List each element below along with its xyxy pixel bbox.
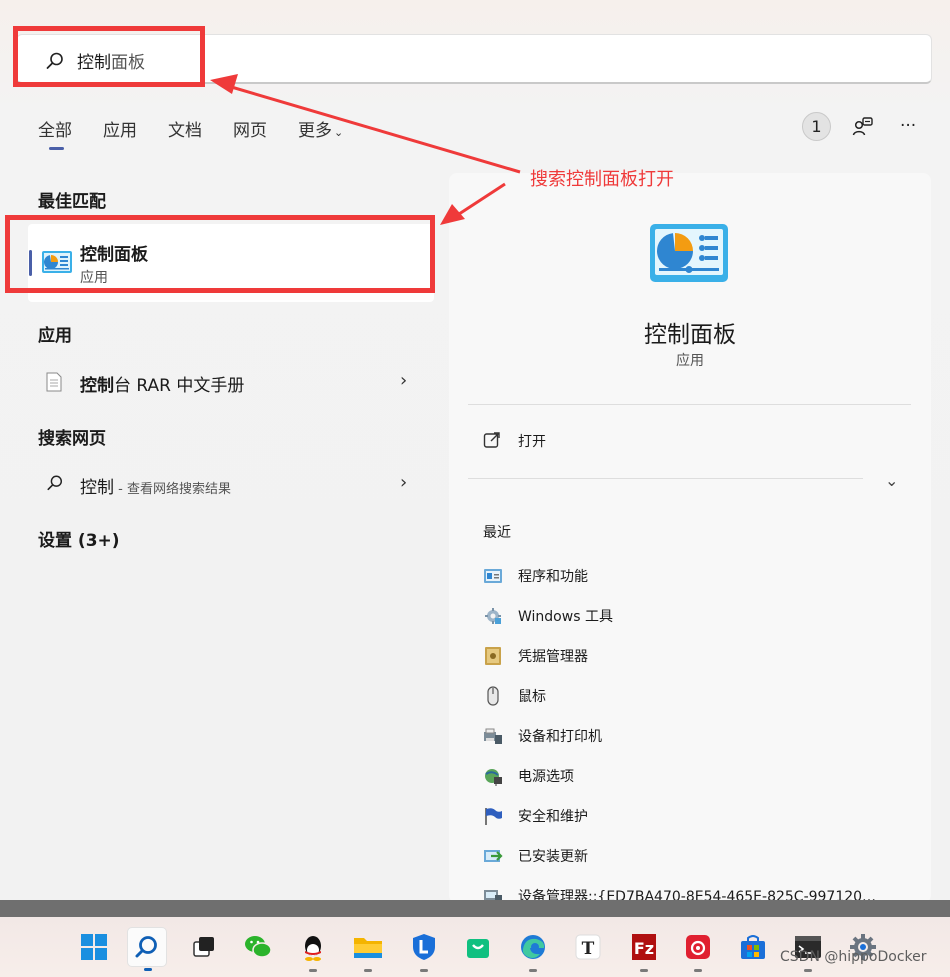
running-indicator [694,969,702,972]
chevron-down-icon[interactable]: ⌄ [885,471,898,490]
apps-heading: 应用 [38,326,72,346]
music-icon [686,935,710,959]
shopping-bag-icon [467,939,489,958]
annotation-text: 搜索控制面板打开 [530,169,674,190]
filter-tabs: 全部 应用 文档 网页 更多 ⌄ [38,116,374,150]
recent-item-label: 已安装更新 [518,849,588,865]
running-indicator [420,969,428,972]
divider [468,404,911,405]
tab-all[interactable]: 全部 [38,116,72,150]
qq-icon [305,936,321,961]
taskbar-typora[interactable]: T [568,927,608,967]
task-view-button[interactable] [184,927,224,967]
recent-heading: 最近 [483,525,511,541]
running-indicator [309,969,317,972]
web-search-heading: 搜索网页 [38,429,106,449]
chevron-down-icon: ⌄ [334,126,344,139]
app-result-rar-manual[interactable]: 控制台 RAR 中文手册 › [28,362,434,402]
account-switch-icon[interactable] [852,116,874,138]
recent-item[interactable]: 鼠标 [483,684,903,708]
tab-more[interactable]: 更多 ⌄ [298,116,343,141]
annotation-box-search [13,26,205,87]
chevron-right-icon[interactable]: › [400,472,407,493]
recent-item-label: Windows 工具 [518,609,613,625]
control-panel-icon [650,224,728,282]
mouse-icon [487,686,499,706]
folder-icon [354,938,382,958]
running-indicator [804,969,812,972]
recent-item-label: 凭据管理器 [518,649,588,665]
printer-icon [484,728,502,744]
flag-icon [485,808,502,825]
taskbar-qq[interactable] [293,927,333,972]
running-indicator [364,969,372,972]
best-match-heading: 最佳匹配 [38,192,106,212]
annotation-box-result [5,215,435,293]
typora-icon: T [575,934,601,960]
search-icon [135,936,157,958]
open-label: 打开 [518,434,546,450]
desktop-strip [0,900,950,917]
programs-icon [484,569,502,583]
recent-item[interactable]: 电源选项 [483,764,903,788]
taskbar-wechat[interactable] [238,927,278,967]
taskbar-filezilla[interactable]: Fz [624,927,664,972]
taskbar-search-button[interactable] [127,927,167,971]
detail-title: 控制面板 [644,322,736,348]
wechat-icon [245,936,272,958]
filezilla-icon: Fz [632,934,656,960]
search-icon [47,475,63,491]
windows-icon [81,934,107,960]
start-button[interactable] [74,927,114,967]
recent-item[interactable]: 安全和维护 [483,804,903,828]
recent-item-label: 程序和功能 [518,569,588,585]
open-external-icon [483,432,500,448]
recent-item-label: 安全和维护 [518,809,588,825]
detail-pane: 控制面板 应用 打开 ⌄ 最近 程序和功能 Windows 工具 凭据管理器 鼠 [449,173,931,905]
svg-text:T: T [582,939,595,959]
tools-icon [485,608,501,624]
running-indicator [640,969,648,972]
rewards-badge[interactable]: 1 [802,112,831,141]
lenovo-shield-icon [413,934,435,960]
running-indicator [144,968,152,971]
detail-subtitle: 应用 [676,353,704,369]
app-result-label: 控制台 RAR 中文手册 [80,376,245,396]
tab-documents[interactable]: 文档 [168,116,202,141]
recent-item-label: 鼠标 [518,689,546,705]
taskbar-edge[interactable] [513,927,553,972]
watermark: CSDN @hippoDocker [780,949,927,965]
web-search-result[interactable]: 控制 - 查看网络搜索结果 › [28,464,434,504]
taskbar-microsoft-store[interactable] [733,927,773,967]
credential-icon [485,647,501,665]
start-search-panel: 控制面板 全部 应用 文档 网页 更多⌄ 1 ··· 最佳匹配 控制面板 应用 [0,0,950,905]
taskbar-file-explorer[interactable] [348,927,388,972]
recent-item[interactable]: 程序和功能 [483,564,903,588]
taskbar-lenovo[interactable] [404,927,444,972]
update-icon [484,850,503,862]
power-icon [485,769,502,786]
taskbar-netease-music[interactable] [678,927,718,972]
recent-item[interactable]: Windows 工具 [483,604,903,628]
running-indicator [529,969,537,972]
chevron-right-icon[interactable]: › [400,370,407,391]
recent-item[interactable]: 已安装更新 [483,844,903,868]
divider [468,478,863,479]
recent-item-label: 电源选项 [518,769,574,785]
settings-heading[interactable]: 设置 (3+) [38,526,120,551]
tab-web[interactable]: 网页 [233,116,267,141]
svg-text:Fz: Fz [634,939,654,958]
edge-icon [521,935,545,959]
taskbar-shopping[interactable] [458,927,498,967]
taskbar: T Fz [0,917,950,977]
document-icon [46,372,62,392]
more-options-icon[interactable]: ··· [900,116,916,136]
store-icon [741,935,765,959]
task-view-icon [193,937,214,957]
tab-apps[interactable]: 应用 [103,116,137,141]
recent-item-label: 设备和打印机 [518,729,602,745]
web-search-label: 控制 - 查看网络搜索结果 [80,478,231,498]
recent-item[interactable]: 设备和打印机 [483,724,903,748]
recent-item[interactable]: 凭据管理器 [483,644,903,668]
